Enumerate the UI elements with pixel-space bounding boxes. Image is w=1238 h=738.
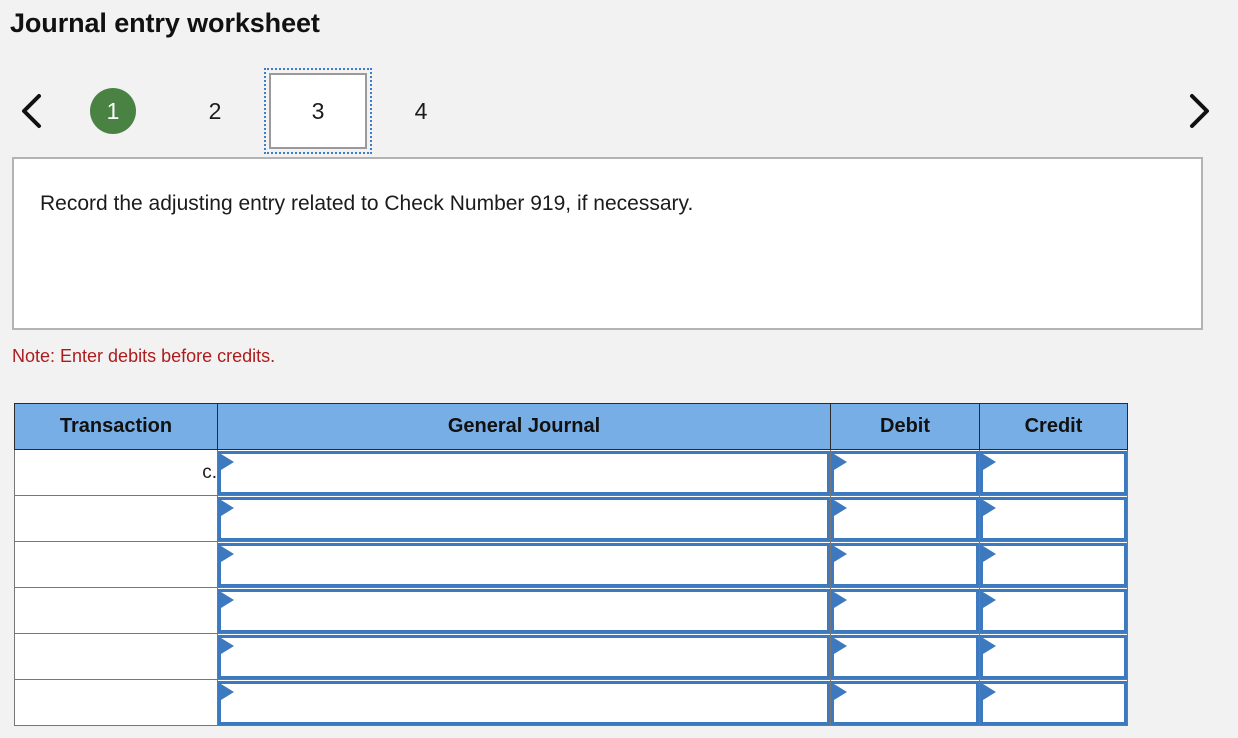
credit-input-4[interactable] [980, 588, 1127, 633]
debit-cell-5[interactable] [830, 633, 980, 680]
worksheet-pager: 1 2 3 4 [0, 68, 1238, 154]
general-journal-input-5[interactable] [218, 634, 830, 679]
dropdown-triangle-icon [983, 453, 996, 470]
credit-cell-1[interactable] [979, 449, 1128, 496]
transaction-label-1: c. [14, 449, 218, 496]
column-header-credit: Credit [979, 403, 1128, 450]
credit-cell-4[interactable] [979, 587, 1128, 634]
column-header-debit: Debit [830, 403, 980, 450]
dropdown-triangle-icon [983, 545, 996, 562]
pager-step-2-label: 2 [208, 97, 222, 124]
credit-input-1[interactable] [980, 450, 1127, 495]
dropdown-triangle-icon [834, 499, 847, 516]
pager-next-button[interactable] [1170, 76, 1228, 146]
dropdown-triangle-icon [221, 545, 234, 562]
dropdown-triangle-icon [983, 637, 996, 654]
debit-input-5[interactable] [831, 634, 979, 679]
general-journal-cell-1[interactable] [217, 449, 831, 496]
debit-input-2[interactable] [831, 496, 979, 541]
debit-input-1[interactable] [831, 450, 979, 495]
general-journal-input-4[interactable] [218, 588, 830, 633]
column-header-general-journal: General Journal [217, 403, 831, 450]
general-journal-input-6[interactable] [218, 680, 830, 725]
dropdown-triangle-icon [834, 591, 847, 608]
general-journal-input-1[interactable] [218, 450, 830, 495]
pager-step-2[interactable]: 2 [164, 76, 266, 146]
general-journal-cell-2[interactable] [217, 495, 831, 542]
table-header-row: Transaction General Journal Debit Credit [14, 403, 1128, 450]
dropdown-triangle-icon [834, 683, 847, 700]
table-row [14, 495, 1128, 542]
dropdown-triangle-icon [221, 453, 234, 470]
general-journal-cell-3[interactable] [217, 541, 831, 588]
pager-step-list: 1 2 3 4 [62, 68, 472, 154]
table-row [14, 541, 1128, 588]
dropdown-triangle-icon [221, 637, 234, 654]
dropdown-triangle-icon [983, 591, 996, 608]
pager-step-4[interactable]: 4 [370, 76, 472, 146]
transaction-label-4 [14, 587, 218, 634]
table-row [14, 633, 1128, 680]
journal-entry-worksheet-page: Journal entry worksheet 1 2 3 4 Record t… [0, 0, 1238, 738]
credit-cell-5[interactable] [979, 633, 1128, 680]
dropdown-triangle-icon [834, 637, 847, 654]
table-row: c. [14, 449, 1128, 496]
general-journal-cell-4[interactable] [217, 587, 831, 634]
debit-input-4[interactable] [831, 588, 979, 633]
transaction-label-5 [14, 633, 218, 680]
chevron-left-icon [18, 92, 44, 130]
pager-step-1-label: 1 [90, 88, 136, 134]
pager-prev-button[interactable] [2, 76, 60, 146]
dropdown-triangle-icon [221, 591, 234, 608]
table-row [14, 679, 1128, 726]
credit-input-5[interactable] [980, 634, 1127, 679]
credit-input-2[interactable] [980, 496, 1127, 541]
table-row [14, 587, 1128, 634]
transaction-label-6 [14, 679, 218, 726]
pager-step-3-label: 3 [264, 68, 372, 154]
dropdown-triangle-icon [983, 499, 996, 516]
credit-cell-6[interactable] [979, 679, 1128, 726]
chevron-right-icon [1186, 92, 1212, 130]
pager-step-4-label: 4 [414, 97, 428, 124]
debit-input-3[interactable] [831, 542, 979, 587]
dropdown-triangle-icon [221, 683, 234, 700]
column-header-transaction: Transaction [14, 403, 218, 450]
dropdown-triangle-icon [834, 545, 847, 562]
general-journal-input-3[interactable] [218, 542, 830, 587]
general-journal-cell-5[interactable] [217, 633, 831, 680]
credit-input-6[interactable] [980, 680, 1127, 725]
credit-cell-3[interactable] [979, 541, 1128, 588]
dropdown-triangle-icon [221, 499, 234, 516]
credit-input-3[interactable] [980, 542, 1127, 587]
debit-input-6[interactable] [831, 680, 979, 725]
debit-cell-4[interactable] [830, 587, 980, 634]
pager-step-3[interactable]: 3 [264, 68, 372, 154]
debit-cell-1[interactable] [830, 449, 980, 496]
instruction-box: Record the adjusting entry related to Ch… [12, 157, 1203, 330]
general-journal-cell-6[interactable] [217, 679, 831, 726]
debit-cell-2[interactable] [830, 495, 980, 542]
debits-before-credits-note: Note: Enter debits before credits. [12, 346, 276, 366]
general-journal-input-2[interactable] [218, 496, 830, 541]
debit-cell-6[interactable] [830, 679, 980, 726]
transaction-label-3 [14, 541, 218, 588]
pager-step-1[interactable]: 1 [62, 76, 164, 146]
dropdown-triangle-icon [983, 683, 996, 700]
credit-cell-2[interactable] [979, 495, 1128, 542]
journal-entry-table: Transaction General Journal Debit Credit… [14, 403, 1128, 726]
transaction-label-2 [14, 495, 218, 542]
page-title: Journal entry worksheet [10, 8, 320, 38]
instruction-text: Record the adjusting entry related to Ch… [40, 192, 694, 215]
dropdown-triangle-icon [834, 453, 847, 470]
debit-cell-3[interactable] [830, 541, 980, 588]
